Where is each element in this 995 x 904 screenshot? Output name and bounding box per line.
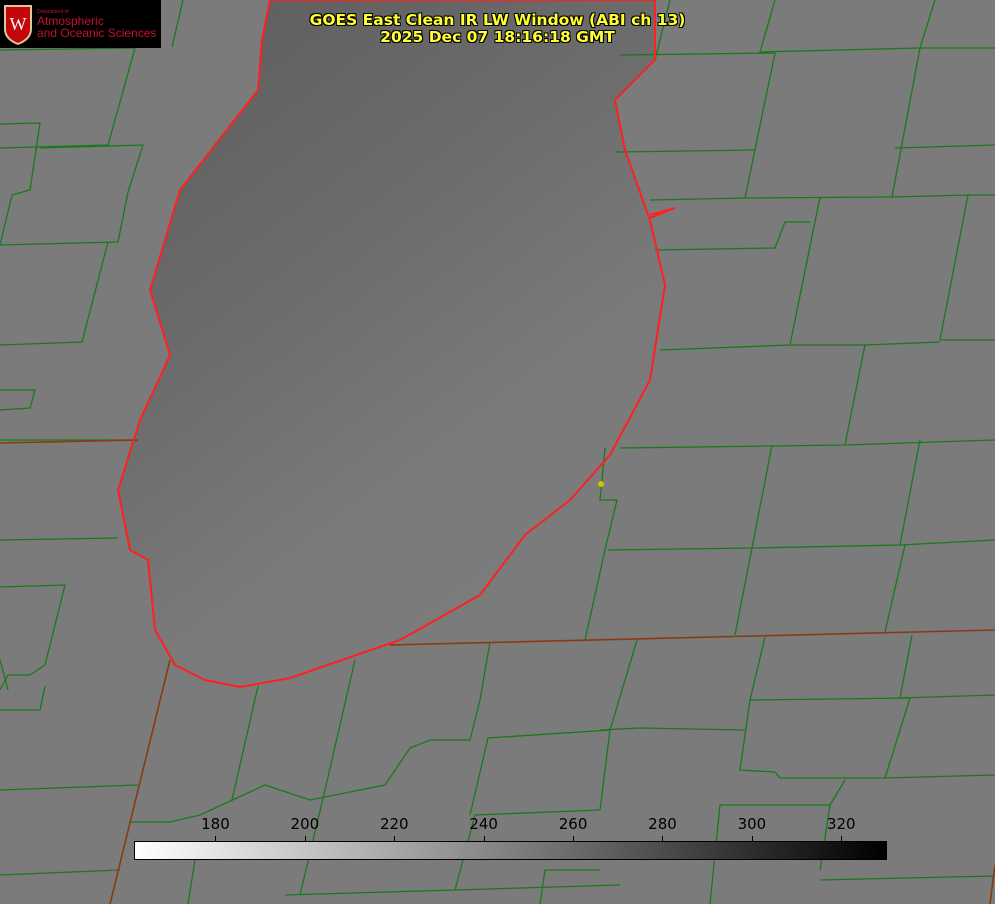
svg-text:W: W	[10, 14, 27, 34]
colorbar-tick-label: 320	[826, 815, 856, 833]
colorbar	[134, 841, 887, 860]
image-title: GOES East Clean IR LW Window (ABI ch 13)…	[250, 12, 745, 46]
shoreline-inlet	[649, 207, 676, 219]
location-marker	[598, 481, 604, 487]
colorbar-tick-label: 300	[737, 815, 767, 833]
uw-crest-icon: W	[4, 5, 32, 45]
colorbar-tick-label: 260	[558, 815, 588, 833]
logo-line2: and Oceanic Sciences	[37, 26, 157, 40]
lake	[118, 0, 665, 687]
colorbar-tick-label: 220	[379, 815, 409, 833]
colorbar-tick-label: 200	[290, 815, 320, 833]
title-timestamp: 2025 Dec 07 18:16:18 GMT	[380, 28, 615, 46]
colorbar-tick-label: 280	[648, 815, 677, 833]
uw-aos-logo: W Department of Atmospheric and Oceanic …	[0, 0, 161, 48]
colorbar-tick-label: 240	[469, 815, 498, 833]
satellite-map	[0, 0, 995, 904]
title-product: GOES East Clean IR LW Window (ABI ch 13)	[309, 11, 686, 29]
colorbar-tick-label: 180	[201, 815, 230, 833]
